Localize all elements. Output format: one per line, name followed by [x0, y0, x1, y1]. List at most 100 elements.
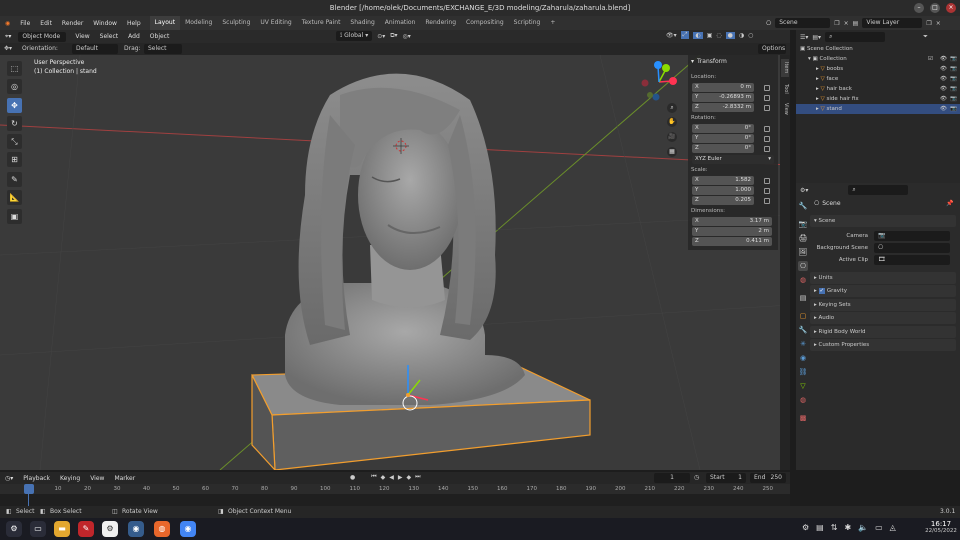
- next-key-icon[interactable]: ◆: [407, 474, 412, 481]
- physics-props-icon[interactable]: ◉: [798, 353, 808, 363]
- rotation-x-field[interactable]: X 0°: [692, 124, 754, 133]
- play-icon[interactable]: ▶: [398, 474, 403, 481]
- tab-animation[interactable]: Animation: [380, 16, 421, 30]
- rotate-tool-icon[interactable]: ↻: [7, 116, 22, 131]
- new-scene-icon[interactable]: ❐: [834, 20, 839, 27]
- tab-rendering[interactable]: Rendering: [420, 16, 461, 30]
- section-custom-properties[interactable]: ▸ Custom Properties: [810, 339, 956, 351]
- material-props-icon[interactable]: ◍: [798, 395, 808, 405]
- camera-icon[interactable]: 📷: [950, 54, 957, 64]
- outliner-object-side-hair-fix[interactable]: ▸ ▽ side hair fix 👁 📷: [796, 94, 960, 104]
- modifier-props-icon[interactable]: 🔧: [798, 325, 808, 335]
- new-view-layer-icon[interactable]: ❐: [926, 20, 931, 27]
- scene-selector[interactable]: Scene: [775, 18, 831, 28]
- measure-tool-icon[interactable]: 📐: [7, 190, 22, 205]
- shading-rendered-icon[interactable]: ○: [748, 32, 753, 39]
- dimensions-x-field[interactable]: X 3.17 m: [692, 217, 772, 226]
- camera-icon[interactable]: 📷: [950, 94, 957, 104]
- chrome-icon[interactable]: ◉: [180, 521, 196, 537]
- add-cube-tool-icon[interactable]: ▣: [7, 209, 22, 224]
- firefox-icon[interactable]: ◍: [154, 521, 170, 537]
- location-x-field[interactable]: X 0 m: [692, 83, 754, 92]
- tray-notifications-icon[interactable]: ◬: [890, 523, 896, 532]
- remove-view-layer-icon[interactable]: ×: [936, 20, 941, 27]
- scale-y-field[interactable]: Y 1.000: [692, 186, 754, 195]
- scale-z-field[interactable]: Z 0.205: [692, 196, 754, 205]
- pin-icon[interactable]: 📌: [946, 200, 953, 207]
- constraints-props-icon[interactable]: ⛓: [798, 367, 808, 377]
- object-props-icon[interactable]: ▢: [798, 311, 808, 321]
- eye-icon[interactable]: 👁: [940, 54, 947, 64]
- drag-selector[interactable]: Select Box: [144, 44, 182, 62]
- tab-modeling[interactable]: Modeling: [180, 16, 217, 30]
- section-rigid-body-world[interactable]: ▸ Rigid Body World: [810, 326, 956, 338]
- lock-icon[interactable]: [764, 95, 770, 101]
- minimize-icon[interactable]: –: [914, 3, 924, 13]
- outliner-object-hair-back[interactable]: ▸ ▽ hair back 👁 📷: [796, 84, 960, 94]
- camera-field[interactable]: 📷: [874, 231, 950, 241]
- add-workspace-icon[interactable]: +: [545, 16, 560, 30]
- menu-edit[interactable]: Edit: [35, 20, 57, 27]
- show-desktop-icon[interactable]: ▭: [30, 521, 46, 537]
- view-layer-selector[interactable]: View Layer: [862, 18, 923, 28]
- tray-clipboard-icon[interactable]: ▤: [816, 523, 824, 532]
- ortho-grid-icon[interactable]: ▦: [667, 147, 677, 157]
- transform-orientation-selector[interactable]: ⟟ Global ▾: [336, 31, 373, 41]
- pivot-icon[interactable]: ⊙▾: [377, 33, 385, 40]
- record-icon[interactable]: ●: [350, 474, 355, 481]
- scale-x-field[interactable]: X 1.582: [692, 176, 754, 185]
- outliner-object-boobs[interactable]: ▸ ▽ boobs 👁 📷: [796, 64, 960, 74]
- dimensions-y-field[interactable]: Y 2 m: [692, 227, 772, 236]
- outliner-editor-icon[interactable]: ☰▾: [800, 34, 808, 41]
- world-props-icon[interactable]: ◍: [798, 275, 808, 285]
- files-icon[interactable]: ▬: [54, 521, 70, 537]
- active-tool-icon[interactable]: ✥▾: [4, 45, 12, 52]
- outliner-collection[interactable]: ▾ ▣ Collection ☑ 👁 📷: [796, 54, 960, 64]
- tray-network-icon[interactable]: ⇅: [831, 523, 838, 532]
- end-frame-field[interactable]: End 250: [750, 473, 786, 483]
- section-units[interactable]: ▸ Units: [810, 272, 956, 284]
- menu-file[interactable]: File: [15, 20, 35, 27]
- playhead[interactable]: [24, 484, 34, 494]
- jump-start-icon[interactable]: ⏮: [371, 473, 376, 481]
- proportional-edit-icon[interactable]: ◎▾: [403, 33, 411, 40]
- rotation-z-field[interactable]: Z 0°: [692, 144, 754, 153]
- collapse-icon[interactable]: ▾: [691, 58, 694, 65]
- camera-icon[interactable]: 📷: [950, 64, 957, 74]
- lock-icon[interactable]: [764, 178, 770, 184]
- editor-type-icon[interactable]: ⌖▾: [0, 33, 16, 41]
- section-audio[interactable]: ▸ Audio: [810, 312, 956, 324]
- camera-icon[interactable]: 📷: [950, 84, 957, 94]
- dimensions-z-field[interactable]: Z 0.411 m: [692, 237, 772, 246]
- section-scene[interactable]: ▾ Scene: [810, 215, 956, 227]
- tool-props-icon[interactable]: 🔧: [798, 201, 808, 211]
- menu-select[interactable]: Select: [95, 33, 124, 40]
- gizmo-toggle-icon[interactable]: ⤢: [680, 31, 690, 39]
- jump-end-icon[interactable]: ⏭: [415, 473, 420, 481]
- tray-steam-icon[interactable]: ⚙: [802, 523, 809, 532]
- scene-props-icon[interactable]: ⎔: [798, 261, 808, 271]
- shading-wire-icon[interactable]: ◌: [716, 32, 721, 39]
- tray-bluetooth-icon[interactable]: ✱: [844, 523, 851, 532]
- camera-icon[interactable]: 📷: [950, 74, 957, 84]
- lock-icon[interactable]: [764, 198, 770, 204]
- tab-layout[interactable]: Layout: [149, 16, 181, 30]
- start-frame-field[interactable]: Start 1: [706, 473, 746, 483]
- view-layer-props-icon[interactable]: 🖼: [798, 247, 808, 257]
- eye-icon[interactable]: 👁: [940, 94, 947, 104]
- transform-header[interactable]: Transform: [697, 58, 727, 65]
- move-tool-icon[interactable]: ✥: [7, 98, 22, 113]
- menu-add[interactable]: Add: [123, 33, 145, 40]
- gravity-checkbox[interactable]: ✓: [818, 288, 826, 294]
- tab-item[interactable]: Item: [781, 59, 789, 77]
- outliner-object-face[interactable]: ▸ ▽ face 👁 📷: [796, 74, 960, 84]
- settings-icon[interactable]: ⚙: [102, 521, 118, 537]
- menu-window[interactable]: Window: [88, 20, 122, 27]
- tab-sculpting[interactable]: Sculpting: [217, 16, 255, 30]
- section-gravity[interactable]: ▸ ✓ Gravity: [810, 285, 956, 297]
- xray-icon[interactable]: ▣: [707, 32, 713, 39]
- shading-solid-icon[interactable]: ●: [725, 31, 735, 39]
- camera-view-icon[interactable]: 🎥: [667, 132, 677, 142]
- maximize-icon[interactable]: □: [930, 3, 940, 13]
- menu-playback[interactable]: Playback: [18, 475, 55, 482]
